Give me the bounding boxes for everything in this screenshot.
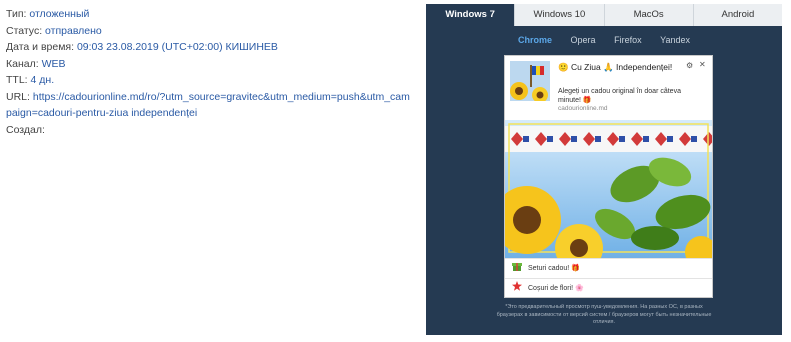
channel-label: Канал: xyxy=(6,57,39,70)
datetime-label: Дата и время: xyxy=(6,41,75,53)
type-row: Тип: отложенный xyxy=(6,6,411,23)
action-button-gift-sets[interactable]: Seturi cadou! 🎁 xyxy=(505,258,712,278)
notification-title: 🙂 Cu Ziua 🙏 Independenței! xyxy=(558,62,673,72)
browser-tabs: Chrome Opera Firefox Yandex xyxy=(426,35,782,45)
push-preview-panel: Windows 7 Windows 10 MacOs Android Chrom… xyxy=(426,4,782,335)
ttl-row: TTL: 4 дн. xyxy=(6,72,411,89)
ttl-value: 4 дн. xyxy=(30,74,55,86)
ttl-label: TTL: xyxy=(6,74,28,86)
tab-android[interactable]: Android xyxy=(692,4,782,26)
preview-disclaimer: *Это предварительный просмотр пуш-уведом… xyxy=(496,304,712,325)
status-label: Статус: xyxy=(6,24,43,37)
notification-image xyxy=(505,120,712,259)
datetime-row: Дата и время: 09:03 23.08.2019 (UTC+02:0… xyxy=(6,39,411,56)
url-row: URL: https://cadourionline.md/ro/?utm_so… xyxy=(6,89,411,122)
tab-macos[interactable]: MacOs xyxy=(603,4,693,26)
channel-row: Канал: WEB xyxy=(6,56,411,73)
url-label: URL: xyxy=(6,90,30,103)
action-label-gift-sets: Seturi cadou! 🎁 xyxy=(528,265,580,272)
os-tabs: Windows 7 Windows 10 MacOs Android xyxy=(426,4,782,26)
star-flower-icon xyxy=(512,279,524,299)
gift-box-icon xyxy=(512,259,524,279)
type-label: Тип: xyxy=(6,8,27,20)
created-row: Создал: xyxy=(6,122,411,139)
type-value: отложенный xyxy=(29,8,90,20)
tab-firefox[interactable]: Firefox xyxy=(614,35,642,45)
status-row: Статус: отправлено xyxy=(6,23,411,40)
tab-yandex[interactable]: Yandex xyxy=(660,35,690,45)
tab-opera[interactable]: Opera xyxy=(571,35,596,45)
notification-details: Тип: отложенный Статус: отправлено Дата … xyxy=(6,6,411,138)
created-label: Создал: xyxy=(6,123,45,136)
status-value: отправлено xyxy=(45,24,102,37)
close-icon[interactable]: ✕ xyxy=(699,60,706,69)
notification-domain: cadourionline.md xyxy=(558,105,608,112)
action-label-flower-baskets: Coșuri de flori! 🌸 xyxy=(528,285,584,292)
channel-value: WEB xyxy=(41,57,66,70)
notification-icon xyxy=(510,61,550,101)
notification-body: Alegeți un cadou original în doar câteva… xyxy=(558,88,681,104)
action-button-flower-baskets[interactable]: Coșuri de flori! 🌸 xyxy=(505,278,712,298)
url-link[interactable]: https://cadourionline.md/ro/?utm_source=… xyxy=(6,91,410,120)
tab-windows-10[interactable]: Windows 10 xyxy=(514,4,603,26)
notification-card: 🙂 Cu Ziua 🙏 Independenței! ⚙ ✕ Alegeți u… xyxy=(504,55,713,298)
tab-windows-7[interactable]: Windows 7 xyxy=(426,4,515,26)
settings-gear-icon[interactable]: ⚙ xyxy=(686,61,693,70)
datetime-value: 09:03 23.08.2019 (UTC+02:00) КИШИНЕВ xyxy=(76,41,278,53)
tab-chrome[interactable]: Chrome xyxy=(518,35,552,45)
